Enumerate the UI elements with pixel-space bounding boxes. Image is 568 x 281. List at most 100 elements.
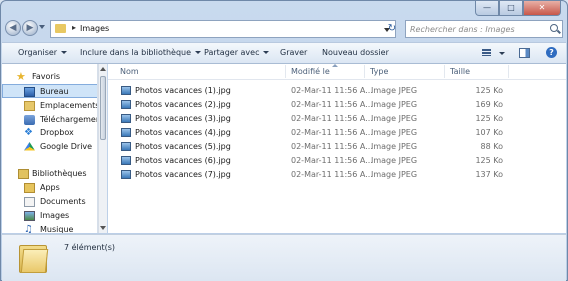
chevron-down-icon — [263, 51, 270, 54]
nav-item-recent-places[interactable]: Emplacements re — [2, 99, 98, 113]
nav-item-downloads[interactable]: Téléchargement — [2, 113, 98, 127]
forward-arrow-icon: ▶ — [26, 23, 34, 33]
nav-item-documents[interactable]: Documents — [2, 195, 97, 209]
search-icon[interactable] — [550, 24, 558, 32]
file-date: 02-Mar-11 11:56 A... — [291, 128, 373, 137]
nav-item-label: Images — [40, 211, 70, 220]
forward-button[interactable]: ▶ — [22, 20, 38, 36]
desktop-icon — [24, 87, 35, 97]
file-name: Photos vacances (7).jpg — [135, 170, 231, 179]
refresh-icon[interactable]: ↻ — [385, 21, 399, 37]
nav-item-apps[interactable]: Apps — [2, 181, 97, 195]
nav-item-label: Bureau — [40, 87, 69, 96]
column-divider[interactable] — [508, 65, 509, 78]
libraries-icon — [18, 169, 29, 179]
folder-icon — [55, 24, 66, 33]
file-row[interactable]: Photos vacances (1).jpg 02-Mar-11 11:56 … — [118, 84, 558, 98]
nav-item-label: Téléchargement — [40, 115, 98, 124]
nav-item-desktop[interactable]: Bureau — [2, 84, 97, 98]
column-name[interactable]: Nom — [120, 67, 139, 76]
recent-pages-dropdown[interactable] — [39, 25, 45, 29]
file-size: 125 Ko — [475, 156, 503, 165]
jpeg-file-icon — [121, 142, 131, 151]
search-input[interactable] — [410, 22, 546, 36]
organize-menu[interactable]: Organiser — [18, 48, 68, 57]
column-divider[interactable] — [364, 65, 365, 78]
close-button[interactable]: ✕ — [523, 1, 561, 16]
chevron-down-icon — [195, 51, 202, 54]
new-folder-button[interactable]: Nouveau dossier — [322, 48, 389, 57]
file-row[interactable]: Photos vacances (7).jpg 02-Mar-11 11:56 … — [118, 168, 558, 182]
breadcrumb-chevron-icon[interactable]: ▸ — [72, 23, 76, 32]
file-row[interactable]: Photos vacances (6).jpg 02-Mar-11 11:56 … — [118, 154, 558, 168]
nav-item-label: Dropbox — [40, 128, 74, 137]
column-size[interactable]: Taille — [450, 67, 470, 76]
column-divider[interactable] — [285, 65, 286, 78]
star-icon: ★ — [16, 70, 26, 83]
search-box[interactable] — [405, 20, 563, 38]
file-row[interactable]: Photos vacances (4).jpg 02-Mar-11 11:56 … — [118, 126, 558, 140]
nav-favorites[interactable]: ★ Favoris — [2, 70, 97, 84]
folder-icon — [19, 240, 49, 273]
file-date: 02-Mar-11 11:56 A... — [291, 170, 373, 179]
file-date: 02-Mar-11 11:56 A... — [291, 86, 373, 95]
chevron-down-icon — [61, 51, 68, 54]
scroll-up-icon[interactable] — [100, 67, 106, 71]
file-name: Photos vacances (1).jpg — [135, 86, 231, 95]
recent-places-icon — [24, 101, 35, 111]
address-bar[interactable]: ▸ Images — [50, 20, 396, 38]
file-type: Image JPEG — [371, 128, 418, 137]
file-date: 02-Mar-11 11:56 A... — [291, 100, 373, 109]
nav-scrollbar[interactable] — [98, 64, 107, 233]
scroll-thumb[interactable] — [100, 76, 106, 140]
maximize-button[interactable]: □ — [499, 1, 523, 16]
dropbox-icon: ❖ — [24, 127, 33, 138]
folder-icon — [24, 183, 35, 193]
nav-item-music[interactable]: ♫ Musique — [2, 223, 97, 234]
file-type: Image JPEG — [371, 170, 418, 179]
file-name: Photos vacances (6).jpg — [135, 156, 231, 165]
scroll-down-icon[interactable] — [100, 226, 106, 230]
nav-item-label: Apps — [40, 183, 60, 192]
jpeg-file-icon — [121, 170, 131, 179]
minimize-button[interactable]: — — [475, 1, 499, 16]
file-name: Photos vacances (3).jpg — [135, 114, 231, 123]
column-modified[interactable]: Modifié le — [291, 67, 330, 76]
file-row[interactable]: Photos vacances (5).jpg 02-Mar-11 11:56 … — [118, 140, 558, 154]
breadcrumb-images[interactable]: Images — [80, 24, 109, 33]
view-options-dropdown-icon[interactable] — [499, 52, 505, 55]
jpeg-file-icon — [121, 156, 131, 165]
nav-libraries[interactable]: Bibliothèques — [2, 167, 97, 181]
column-divider[interactable] — [444, 65, 445, 78]
include-in-library-menu[interactable]: Inclure dans la bibliothèque — [80, 48, 202, 57]
nav-item-images[interactable]: Images — [2, 209, 97, 223]
column-type[interactable]: Type — [370, 67, 388, 76]
jpeg-file-icon — [121, 86, 131, 95]
nav-item-label: Emplacements re — [40, 101, 98, 110]
nav-libraries-label: Bibliothèques — [32, 169, 87, 178]
jpeg-file-icon — [121, 128, 131, 137]
share-with-menu[interactable]: Partager avec — [204, 48, 270, 57]
jpeg-file-icon — [121, 100, 131, 109]
file-name: Photos vacances (2).jpg — [135, 100, 231, 109]
file-row[interactable]: Photos vacances (3).jpg 02-Mar-11 11:56 … — [118, 112, 558, 126]
explorer-window: — □ ✕ ◀ ▶ ▸ Images ↻ Organiser Inclure d… — [0, 0, 568, 281]
navigation-pane: ★ Favoris Bureau Emplacements re Télécha… — [2, 64, 98, 233]
help-icon[interactable]: ? — [546, 47, 557, 58]
nav-item-dropbox[interactable]: ❖ Dropbox — [2, 126, 97, 140]
item-count: 7 élément(s) — [64, 243, 116, 252]
nav-favorites-label: Favoris — [32, 72, 61, 81]
details-pane: 7 élément(s) — [2, 234, 566, 281]
file-size: 137 Ko — [475, 170, 503, 179]
file-type: Image JPEG — [371, 100, 418, 109]
column-header: Nom Modifié le Type Taille — [108, 64, 566, 80]
nav-item-google-drive[interactable]: Google Drive — [2, 140, 97, 154]
change-view-icon[interactable] — [480, 47, 494, 59]
preview-pane-icon[interactable] — [519, 48, 530, 58]
back-button[interactable]: ◀ — [5, 20, 21, 36]
file-row[interactable]: Photos vacances (2).jpg 02-Mar-11 11:56 … — [118, 98, 558, 112]
file-type: Image JPEG — [371, 156, 418, 165]
burn-button[interactable]: Graver — [280, 48, 307, 57]
file-type: Image JPEG — [371, 86, 418, 95]
organize-label: Organiser — [18, 48, 58, 57]
